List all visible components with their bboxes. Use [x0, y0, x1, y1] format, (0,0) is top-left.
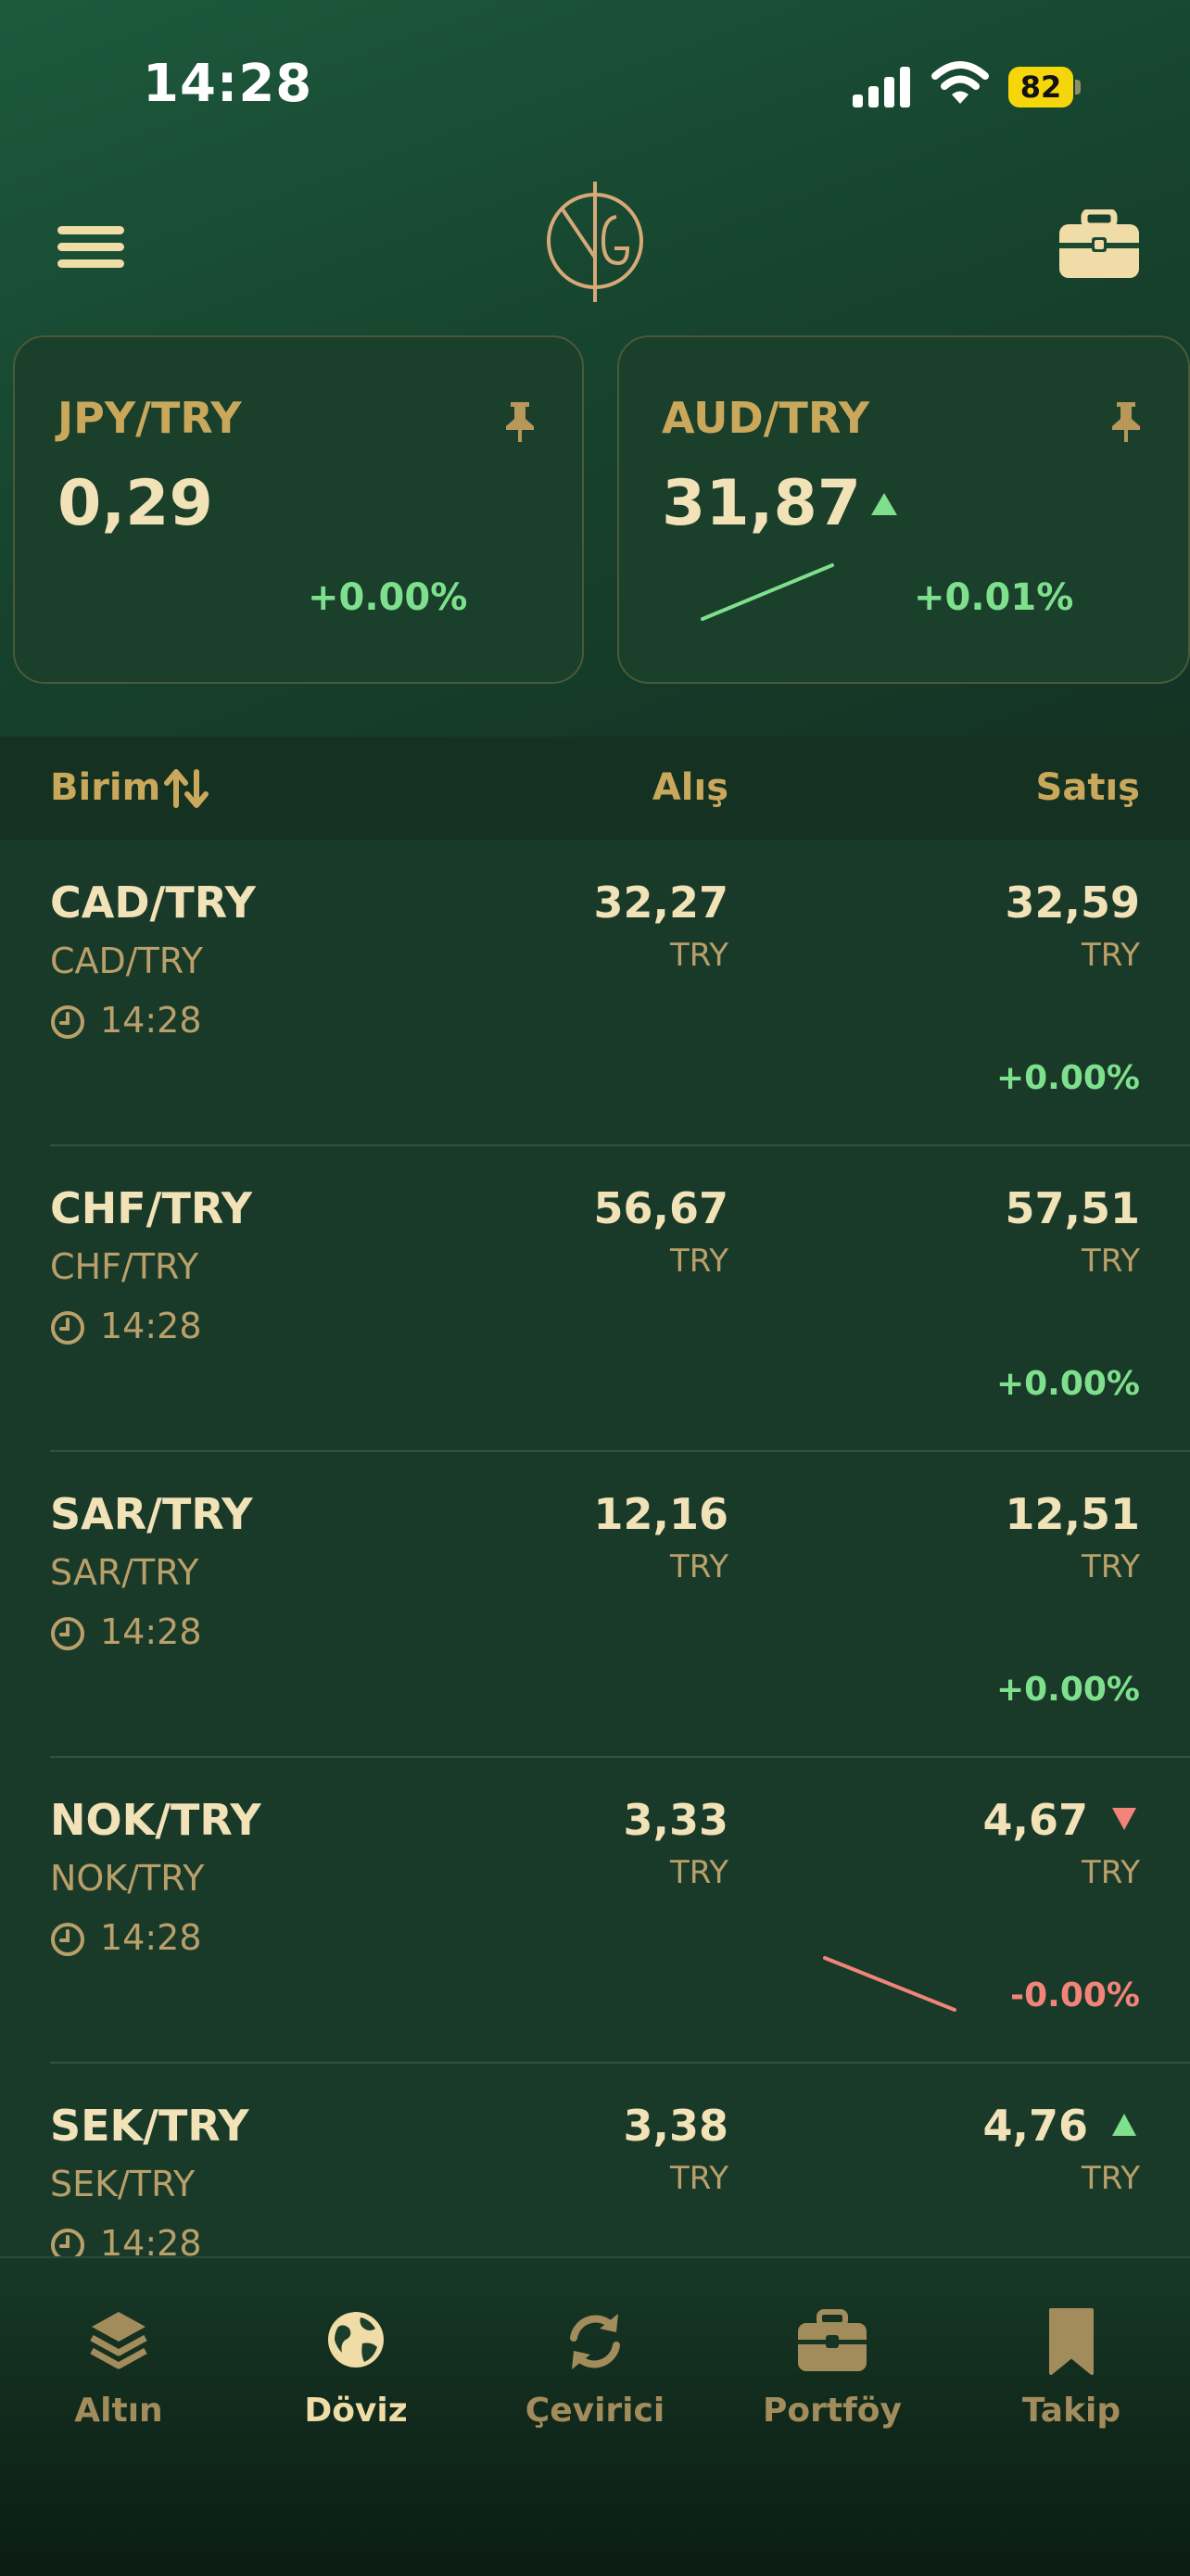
row-change: +0.00%	[995, 1059, 1140, 1097]
up-arrow-icon	[1112, 2114, 1136, 2136]
pinned-card-jpy[interactable]: JPY/TRY 0,29 +0.00%	[13, 335, 584, 684]
row-name: NOK/TRY	[50, 1795, 261, 1845]
table-row[interactable]: CHF/TRY CHF/TRY 14:28 56,67 TRY 57,51 TR…	[0, 1146, 1190, 1452]
row-sell-currency: TRY	[1082, 1548, 1140, 1585]
row-name: CHF/TRY	[50, 1183, 253, 1233]
column-unit[interactable]: Birim	[50, 766, 160, 809]
up-arrow-icon	[871, 493, 897, 515]
row-time: 14:28	[100, 1917, 202, 1958]
row-time: 14:28	[100, 1306, 202, 1346]
row-subtitle: SAR/TRY	[50, 1552, 199, 1593]
sparkline-up	[701, 563, 834, 621]
tab-label: Takip	[1021, 2392, 1121, 2430]
row-change: +0.00%	[995, 1365, 1140, 1403]
layers-icon	[90, 2312, 147, 2369]
table-header: Birim Alış Satış	[0, 737, 1190, 840]
wifi-icon	[931, 61, 989, 104]
row-buy: 3,33	[623, 1795, 729, 1845]
row-subtitle: CHF/TRY	[50, 1246, 199, 1287]
row-subtitle: CAD/TRY	[50, 941, 203, 981]
table-row[interactable]: SEK/TRY SEK/TRY 14:28 3,38 TRY 4,76 TRY	[0, 2064, 1190, 2256]
row-buy: 32,27	[593, 878, 728, 928]
row-sell-currency: TRY	[1082, 1243, 1140, 1280]
clock-icon	[51, 1923, 84, 1956]
row-buy-currency: TRY	[670, 1854, 728, 1891]
column-sell: Satış	[1035, 766, 1140, 809]
globe-icon	[328, 2312, 384, 2368]
bookmark-icon	[1049, 2308, 1094, 2375]
tab-label: Çevirici	[525, 2392, 665, 2430]
status-bar: 14:28 82	[0, 0, 1190, 176]
row-name: SAR/TRY	[50, 1489, 253, 1539]
clock-icon	[51, 1311, 84, 1345]
tab-label: Portföy	[763, 2392, 902, 2430]
sort-icon[interactable]	[163, 768, 209, 809]
row-subtitle: SEK/TRY	[50, 2164, 196, 2204]
card-value: 0,29	[57, 467, 213, 540]
row-change: -0.00%	[1010, 1976, 1140, 2014]
tab-label: Döviz	[304, 2392, 408, 2430]
table-row[interactable]: CAD/TRY CAD/TRY 14:28 32,27 TRY 32,59 TR…	[0, 840, 1190, 1146]
yg-monogram-logo	[547, 182, 643, 302]
row-name: SEK/TRY	[50, 2101, 249, 2151]
battery-level: 82	[1019, 69, 1062, 105]
pin-icon[interactable]	[1110, 400, 1142, 443]
pin-icon[interactable]	[504, 400, 536, 443]
row-buy-currency: TRY	[670, 1243, 728, 1280]
row-buy-currency: TRY	[670, 937, 728, 974]
column-buy: Alış	[652, 766, 728, 809]
row-sell: 12,51	[1005, 1489, 1140, 1539]
table-row[interactable]: SAR/TRY SAR/TRY 14:28 12,16 TRY 12,51 TR…	[0, 1452, 1190, 1758]
row-sell: 57,51	[1005, 1183, 1140, 1233]
currency-list: CAD/TRY CAD/TRY 14:28 32,27 TRY 32,59 TR…	[0, 840, 1190, 2256]
row-time: 14:28	[100, 1611, 202, 1652]
card-value: 31,87	[662, 467, 862, 540]
down-arrow-icon	[1112, 1808, 1136, 1830]
card-symbol: AUD/TRY	[662, 393, 870, 443]
row-sell-currency: TRY	[1082, 937, 1140, 974]
row-buy-currency: TRY	[670, 2160, 728, 2197]
tab-doviz[interactable]: Döviz	[237, 2305, 475, 2430]
refresh-icon	[570, 2314, 620, 2369]
card-change: +0.00%	[308, 576, 468, 619]
row-buy: 3,38	[623, 2101, 729, 2151]
row-buy: 56,67	[593, 1183, 728, 1233]
pinned-card-aud[interactable]: AUD/TRY 31,87 +0.01%	[617, 335, 1190, 684]
tab-altin[interactable]: Altın	[0, 2305, 237, 2430]
row-buy-currency: TRY	[670, 1548, 728, 1585]
card-change: +0.01%	[914, 576, 1074, 619]
tab-takip[interactable]: Takip	[953, 2305, 1190, 2430]
row-time: 14:28	[100, 1000, 202, 1041]
briefcase-icon	[798, 2309, 867, 2371]
row-sell: 4,67	[982, 1795, 1089, 1845]
row-name: CAD/TRY	[50, 878, 256, 928]
clock-icon	[51, 1617, 84, 1650]
tab-cevirici[interactable]: Çevirici	[476, 2305, 714, 2430]
tab-label: Altın	[74, 2392, 163, 2430]
row-change: +0.00%	[995, 1671, 1140, 1709]
sparkline-down	[823, 1956, 956, 2012]
row-buy: 12,16	[593, 1489, 728, 1539]
row-subtitle: NOK/TRY	[50, 1858, 205, 1899]
row-sell-currency: TRY	[1082, 1854, 1140, 1891]
clock-icon	[51, 1005, 84, 1039]
row-sell: 32,59	[1005, 878, 1140, 928]
bottom-tab-bar: Altın Döviz Çevirici Portföy Takip	[0, 2256, 1190, 2576]
signal-icon	[853, 67, 910, 107]
clock-icon	[51, 2229, 84, 2256]
row-time: 14:28	[100, 2223, 202, 2256]
status-time: 14:28	[143, 54, 313, 114]
table-row[interactable]: NOK/TRY NOK/TRY 14:28 3,33 TRY 4,67 TRY …	[0, 1758, 1190, 2064]
row-sell-currency: TRY	[1082, 2160, 1140, 2197]
tab-portfoy[interactable]: Portföy	[714, 2305, 951, 2430]
card-symbol: JPY/TRY	[57, 393, 242, 443]
battery-indicator: 82	[1008, 67, 1082, 107]
briefcase-icon[interactable]	[1057, 209, 1142, 282]
row-sell: 4,76	[982, 2101, 1089, 2151]
hamburger-menu-icon[interactable]	[57, 226, 124, 269]
